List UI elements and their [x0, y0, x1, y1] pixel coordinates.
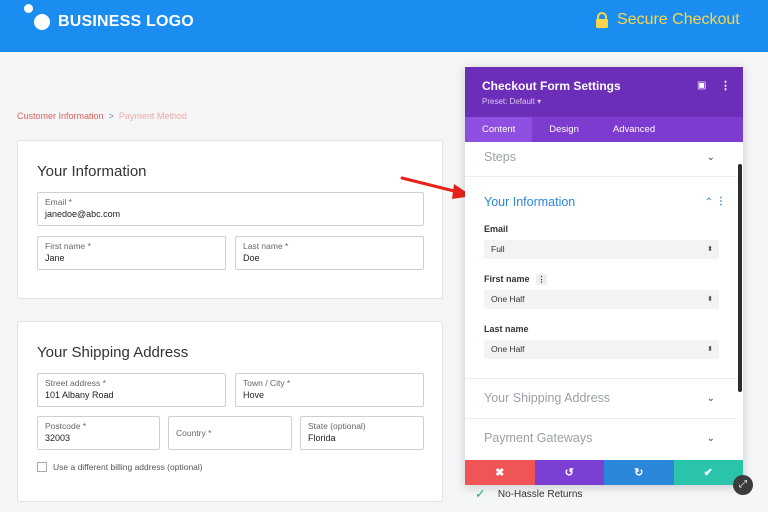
panel-scrollbar[interactable] — [738, 164, 742, 392]
redo-button[interactable]: ↻ — [604, 460, 674, 485]
first-name-width-select[interactable]: One Half ⬍ — [484, 290, 719, 309]
discard-button[interactable]: ✖ — [465, 460, 535, 485]
email-field[interactable]: Email * janedoe@abc.com — [37, 192, 424, 226]
select-arrows-icon: ⬍ — [707, 296, 713, 303]
section-options-icon[interactable]: ⋮ — [716, 196, 726, 207]
first-name-field[interactable]: First name * Jane — [37, 236, 226, 270]
checkout-form-settings-panel: Checkout Form Settings Preset: Default ▾… — [465, 67, 743, 485]
postcode-label: Postcode * — [45, 421, 87, 431]
chevron-down-icon[interactable]: ⌄ — [707, 152, 715, 163]
email-option-label: Email — [484, 224, 509, 234]
section-payment-gateways-title: Payment Gateways — [484, 431, 593, 445]
state-label: State (optional) — [308, 421, 366, 431]
breadcrumb-payment-method[interactable]: Payment Method — [119, 111, 187, 121]
red-arrow-icon — [400, 176, 472, 199]
first-name-value: Jane — [45, 253, 65, 263]
no-hassle-returns: ✓ No-Hassle Returns — [475, 486, 582, 502]
section-steps-title: Steps — [484, 150, 516, 164]
billing-address-label: Use a different billing address (optiona… — [53, 462, 203, 472]
business-logo-icon[interactable] — [22, 4, 52, 34]
section-your-information-title[interactable]: Your Information — [484, 195, 575, 209]
breadcrumb-separator-icon: > — [108, 111, 114, 121]
email-label: Email * — [45, 197, 72, 207]
first-name-option-label: First name ⋮ — [484, 274, 548, 286]
town-city-value: Hove — [243, 390, 265, 400]
last-name-width-value: One Half — [491, 344, 525, 354]
tab-advanced[interactable]: Advanced — [596, 117, 672, 142]
no-hassle-returns-label: No-Hassle Returns — [497, 488, 583, 500]
section-shipping-address-title: Your Shipping Address — [484, 391, 611, 405]
billing-address-option[interactable]: Use a different billing address (optiona… — [37, 462, 203, 472]
first-name-width-value: One Half — [491, 294, 525, 304]
site-header: BUSINESS LOGO Secure Checkout — [0, 0, 768, 52]
first-name-label: First name * — [45, 241, 91, 251]
billing-address-checkbox[interactable] — [37, 462, 47, 472]
section-payment-gateways[interactable]: Payment Gateways ⌄ — [465, 419, 737, 459]
last-name-label: Last name * — [243, 241, 289, 251]
street-address-label: Street address * — [45, 378, 106, 388]
country-field[interactable]: Country * — [168, 416, 292, 450]
undo-button[interactable]: ↺ — [534, 460, 604, 485]
resize-handle-icon[interactable]: ⤢ — [733, 475, 753, 495]
panel-tabs: Content Design Advanced — [465, 117, 743, 142]
shipping-address-title: Your Shipping Address — [37, 344, 189, 361]
shipping-address-card: Your Shipping Address Street address * 1… — [17, 321, 443, 502]
tab-content[interactable]: Content — [465, 117, 533, 142]
chevron-down-icon[interactable]: ⌄ — [707, 433, 715, 444]
preset-dropdown[interactable]: Preset: Default ▾ — [482, 97, 541, 106]
street-address-field[interactable]: Street address * 101 Albany Road — [37, 373, 226, 407]
checkmark-icon: ✓ — [475, 486, 486, 501]
lock-icon — [595, 12, 609, 28]
breadcrumb-customer-information[interactable]: Customer Information — [17, 111, 104, 121]
secure-checkout: Secure Checkout — [595, 11, 740, 29]
more-options-icon[interactable]: ⋮ — [720, 79, 731, 92]
first-name-options-icon[interactable]: ⋮ — [536, 274, 548, 286]
last-name-width-select[interactable]: One Half ⬍ — [484, 340, 719, 359]
email-width-value: Full — [491, 244, 505, 254]
your-information-title: Your Information — [37, 163, 147, 180]
postcode-value: 32003 — [45, 433, 71, 443]
town-city-label: Town / City * — [243, 378, 291, 388]
street-address-value: 101 Albany Road — [45, 390, 114, 400]
fullscreen-icon[interactable]: ▣ — [697, 80, 706, 91]
chevron-down-icon[interactable]: ⌄ — [707, 393, 715, 404]
secure-checkout-label: Secure Checkout — [617, 11, 740, 28]
state-field[interactable]: State (optional) Florida — [300, 416, 424, 450]
email-value: janedoe@abc.com — [45, 209, 121, 219]
select-arrows-icon: ⬍ — [707, 346, 713, 353]
logo-text[interactable]: BUSINESS LOGO — [58, 13, 194, 31]
panel-title: Checkout Form Settings — [482, 79, 621, 93]
chevron-up-icon[interactable]: ⌃ — [705, 197, 713, 208]
state-value: Florida — [308, 433, 336, 443]
tab-design[interactable]: Design — [532, 117, 596, 142]
email-width-select[interactable]: Full ⬍ — [484, 240, 719, 259]
section-shipping-address[interactable]: Your Shipping Address ⌄ — [465, 379, 737, 419]
section-steps[interactable]: Steps ⌄ — [465, 142, 737, 177]
country-label: Country * — [176, 428, 212, 438]
your-information-card: Your Information Email * janedoe@abc.com… — [17, 140, 443, 299]
first-name-option-text: First name — [484, 274, 530, 284]
postcode-field[interactable]: Postcode * 32003 — [37, 416, 160, 450]
town-city-field[interactable]: Town / City * Hove — [235, 373, 424, 407]
last-name-option-label: Last name — [484, 324, 529, 334]
last-name-value: Doe — [243, 253, 260, 263]
select-arrows-icon: ⬍ — [707, 246, 713, 253]
breadcrumb: Customer Information > Payment Method — [17, 111, 187, 121]
panel-header: Checkout Form Settings Preset: Default ▾… — [465, 67, 743, 117]
last-name-field[interactable]: Last name * Doe — [235, 236, 424, 270]
panel-actions: ✖ ↺ ↻ ✔ — [465, 460, 743, 485]
section-your-information: Your Information ⌃ ⋮ Email Full ⬍ First … — [465, 177, 737, 379]
